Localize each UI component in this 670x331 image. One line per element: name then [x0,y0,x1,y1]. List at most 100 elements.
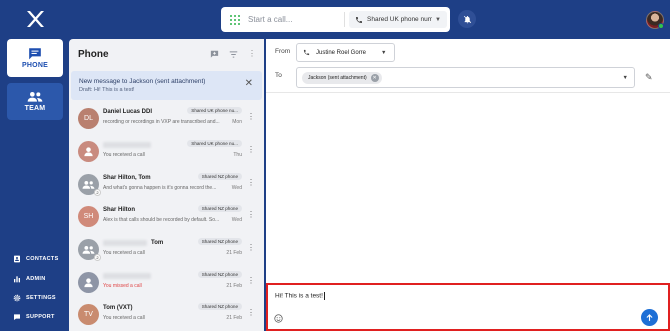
row-more-icon[interactable]: ⋮ [247,244,255,252]
row-more-icon[interactable]: ⋮ [247,113,255,121]
new-message-icon[interactable] [210,50,219,58]
timestamp: 21 Feb [226,315,242,321]
participant-count: 2 [94,189,101,196]
avatar: SH [78,206,99,227]
bar-chart-icon [14,276,20,283]
message-snippet: You received a call [103,315,145,321]
panel-title: Phone [78,49,109,60]
person-icon [84,147,93,157]
message-snippet: recording or recordings in VXP are trans… [103,119,220,125]
filter-icon[interactable] [229,50,238,58]
line-badge: Shared NZ phone [197,173,242,180]
nav-settings[interactable]: SETTINGS [13,294,56,302]
timestamp: Thu [233,152,242,158]
conversation-row[interactable]: DL Daniel Lucas DDI recording or recordi… [69,103,264,135]
phone-icon [303,49,310,56]
nav-phone[interactable]: PHONE [7,39,63,77]
from-value: Justine Roel Gorre [316,49,367,56]
arrow-up-icon [646,314,653,321]
message-text: Hi! This is a test! [275,292,323,300]
message-snippet: You received a call [103,152,145,158]
nav-support[interactable]: SUPPORT [13,313,55,321]
message-snippet: You missed a call [103,283,142,289]
avatar [78,141,99,162]
contact-name: Daniel Lucas DDI [103,109,153,115]
close-icon[interactable]: ✕ [245,79,253,89]
line-badge: Shared NZ phone [197,238,242,245]
message-input-box[interactable]: Hi! This is a test! [266,283,670,331]
message-snippet: Alex is that calls should be recorded by… [103,217,220,223]
conversation-row[interactable]: SH Shar Hilton Alex is that calls should… [69,201,264,233]
redacted-name [103,142,151,148]
chat-icon [29,48,41,60]
chevron-down-icon: ▼ [381,49,387,56]
recipient-chip[interactable]: Jackson (sent attachment) ✕ [302,72,382,84]
group-icon [82,245,95,254]
draft-notice[interactable]: New message to Jackson (sent attachment)… [71,71,262,100]
nav-admin[interactable]: ADMIN [13,275,46,283]
row-more-icon[interactable]: ⋮ [247,309,255,317]
panel-toolbar: ⋮ [210,50,256,58]
contact-name: Tom [151,240,164,246]
line-badge: Shared NZ phone [197,303,242,310]
vxt-logo[interactable] [25,9,45,29]
timestamp: Mon [232,119,242,125]
nav-admin-label: ADMIN [26,276,46,282]
group-icon [82,180,95,189]
redacted-name [103,273,151,279]
send-button[interactable] [641,309,658,326]
dialpad-icon[interactable] [230,14,240,25]
nav-team-label: TEAM [24,105,46,112]
draft-notice-subtitle: Draft: Hi! This is a test! [79,87,135,93]
nav-support-label: SUPPORT [26,314,55,320]
divider [344,12,345,27]
avatar [78,272,99,293]
emoji-icon[interactable] [274,314,283,323]
user-avatar[interactable] [646,11,664,29]
conversation-row[interactable]: You missed a call Shared NZ phone 21 Feb… [69,267,264,299]
row-more-icon[interactable]: ⋮ [247,146,255,154]
message-input[interactable]: Hi! This is a test! [275,292,325,300]
conversation-row[interactable]: TV Tom (VXT) You received a call Shared … [69,299,264,331]
compose-header: From Justine Roel Gorre ▼ To Jackson (se… [266,39,670,93]
logo-x-icon [27,11,44,27]
notifications-off-button[interactable] [458,10,476,28]
nav-settings-label: SETTINGS [26,295,56,301]
conversation-row[interactable]: 2 Tom You received a call Shared NZ phon… [69,234,264,266]
to-select[interactable]: Jackson (sent attachment) ✕ ▼ [296,67,635,88]
phone-icon [356,16,362,23]
row-more-icon[interactable]: ⋮ [247,277,255,285]
remove-recipient-icon[interactable]: ✕ [370,74,379,82]
participant-count: 2 [94,254,101,261]
contacts-icon [14,255,20,263]
from-select[interactable]: Justine Roel Gorre ▼ [296,43,395,62]
support-icon [14,314,20,320]
nav-team[interactable]: TEAM [7,83,63,120]
chevron-down-icon[interactable]: ▼ [623,75,628,81]
row-more-icon[interactable]: ⋮ [247,179,255,187]
conversation-row[interactable]: 2 Shar Hilton, Tom And what's gonna happ… [69,169,264,201]
edit-pencil-icon[interactable]: ✎ [645,72,653,83]
message-snippet: And what's gonna happen is it's gonna re… [103,185,217,191]
more-options-icon[interactable]: ⋮ [248,50,256,58]
start-call-input[interactable]: Start a call... [248,15,344,24]
text-cursor [323,292,325,300]
conversation-list-panel: Phone ⋮ New message to Jackson (sent att… [69,39,264,331]
row-more-icon[interactable]: ⋮ [247,211,255,219]
timestamp: Wed [231,217,242,223]
contact-name: Tom (VXT) [103,305,133,311]
from-label: From [275,48,291,55]
redacted-name [103,240,147,246]
line-select[interactable]: Shared UK phone num... ▼ [349,11,447,28]
conversation-row[interactable]: You received a call Shared UK phone nu..… [69,136,264,168]
contact-name: Shar Hilton, Tom [103,175,151,181]
recipient-chip-label: Jackson (sent attachment) [308,75,367,81]
line-badge: Shared UK phone nu... [187,140,242,147]
message-snippet: You received a call [103,250,145,256]
avatar: DL [78,108,99,129]
call-bar[interactable]: Start a call... Shared UK phone num... ▼ [221,7,450,32]
nav-contacts[interactable]: CONTACTS [13,255,59,263]
timestamp: 21 Feb [226,250,242,256]
online-status-dot [658,23,664,29]
line-badge: Shared NZ phone [197,271,242,278]
